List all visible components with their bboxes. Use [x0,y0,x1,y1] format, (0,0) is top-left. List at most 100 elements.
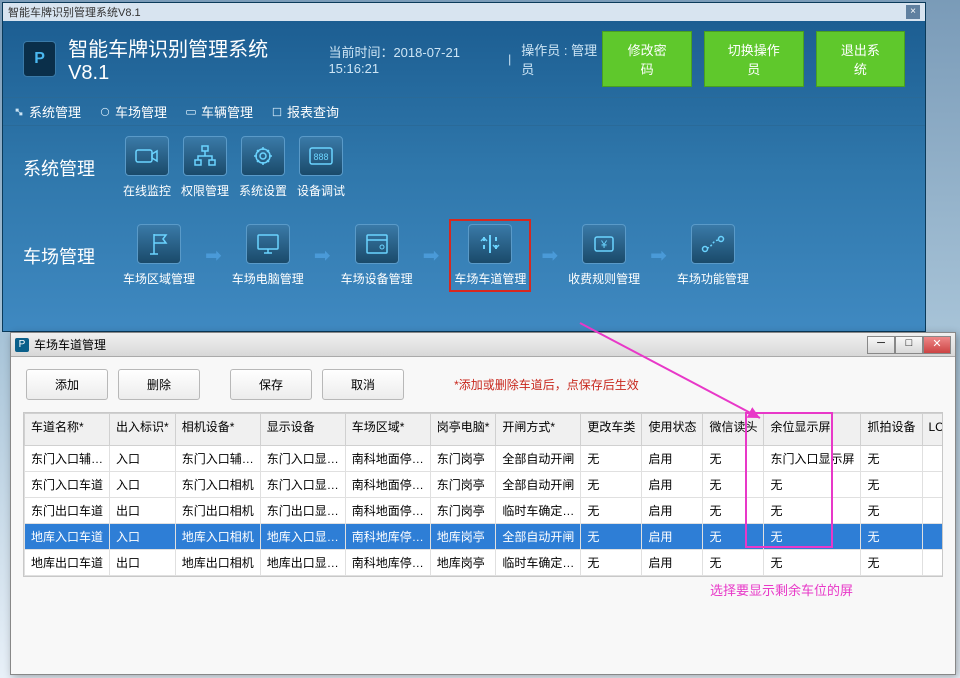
menu-report[interactable]: 报表查询 [271,102,339,121]
table-cell[interactable]: 全部自动开闸 [496,472,581,498]
save-button[interactable]: 保存 [230,369,312,400]
lane-table[interactable]: 车道名称*出入标识*相机设备*显示设备车场区域*岗亭电脑*开闸方式*更改车类使用… [23,412,943,577]
column-header[interactable]: 微信读头 [703,414,764,446]
park-lane-button[interactable]: 车场车道管理 [454,224,526,287]
table-cell[interactable]: 启用 [642,498,703,524]
table-cell[interactable]: 东门出口相机 [175,498,260,524]
close-icon[interactable]: × [906,5,920,19]
table-cell[interactable]: 无 [703,550,764,576]
table-cell[interactable]: 地库岗亭 [430,550,496,576]
table-cell[interactable]: 南科地面停… [345,498,430,524]
table-cell[interactable]: 无 [581,446,642,472]
table-cell[interactable]: 出口 [110,498,176,524]
close-button[interactable]: ✕ [923,336,951,354]
table-cell[interactable]: 出口 [110,550,176,576]
table-cell[interactable]: 无 [581,550,642,576]
table-cell[interactable]: 无 [703,472,764,498]
table-cell[interactable] [922,498,943,524]
table-cell[interactable]: 南科地库停… [345,550,430,576]
menu-parking[interactable]: 车场管理 [99,102,167,121]
menu-system[interactable]: 系统管理 [13,102,81,121]
table-cell[interactable]: 东门入口辅… [175,446,260,472]
table-cell[interactable]: 东门入口车道 [25,472,110,498]
table-cell[interactable]: 东门入口显示屏 [764,446,861,472]
table-cell[interactable]: 临时车确定… [496,498,581,524]
column-header[interactable]: 使用状态 [642,414,703,446]
table-cell[interactable]: 临时车确定… [496,550,581,576]
table-cell[interactable]: 启用 [642,550,703,576]
column-header[interactable]: LCD屏IP [922,414,943,446]
table-cell[interactable]: 无 [861,498,922,524]
column-header[interactable]: 车道名称* [25,414,110,446]
column-header[interactable]: 车场区域* [345,414,430,446]
table-cell[interactable]: 地库岗亭 [430,524,496,550]
table-cell[interactable]: 无 [764,524,861,550]
table-cell[interactable]: 地库出口相机 [175,550,260,576]
table-cell[interactable]: 东门入口相机 [175,472,260,498]
table-cell[interactable]: 无 [581,472,642,498]
table-cell[interactable]: 地库出口车道 [25,550,110,576]
table-cell[interactable]: 无 [764,472,861,498]
table-cell[interactable]: 启用 [642,446,703,472]
online-monitor-button[interactable]: 在线监控 [123,136,171,199]
table-cell[interactable]: 全部自动开闸 [496,446,581,472]
table-cell[interactable]: 地库入口车道 [25,524,110,550]
column-header[interactable]: 抓拍设备 [861,414,922,446]
switch-operator-button[interactable]: 切换操作员 [704,31,804,87]
table-cell[interactable]: 东门岗亭 [430,498,496,524]
table-row[interactable]: 地库入口车道入口地库入口相机地库入口显…南科地库停…地库岗亭全部自动开闸无启用无… [25,524,944,550]
column-header[interactable]: 更改车类 [581,414,642,446]
park-area-button[interactable]: 车场区域管理 [123,224,195,287]
table-cell[interactable]: 启用 [642,472,703,498]
table-cell[interactable]: 无 [581,524,642,550]
table-cell[interactable]: 无 [764,550,861,576]
table-cell[interactable]: 南科地面停… [345,446,430,472]
table-cell[interactable]: 地库入口相机 [175,524,260,550]
table-row[interactable]: 东门入口辅…入口东门入口辅…东门入口显…南科地面停…东门岗亭全部自动开闸无启用无… [25,446,944,472]
table-cell[interactable] [922,446,943,472]
table-cell[interactable]: 入口 [110,524,176,550]
column-header[interactable]: 余位显示屏 [764,414,861,446]
maximize-button[interactable]: □ [895,336,923,354]
column-header[interactable]: 开闸方式* [496,414,581,446]
park-device-button[interactable]: 车场设备管理 [341,224,413,287]
table-cell[interactable]: 东门出口显… [260,498,345,524]
table-cell[interactable]: 无 [703,446,764,472]
table-cell[interactable] [922,550,943,576]
permission-button[interactable]: 权限管理 [181,136,229,199]
park-computer-button[interactable]: 车场电脑管理 [232,224,304,287]
settings-button[interactable]: 系统设置 [239,136,287,199]
column-header[interactable]: 相机设备* [175,414,260,446]
table-cell[interactable]: 东门出口车道 [25,498,110,524]
column-header[interactable]: 显示设备 [260,414,345,446]
table-cell[interactable]: 南科地面停… [345,472,430,498]
exit-system-button[interactable]: 退出系统 [816,31,905,87]
table-cell[interactable]: 南科地库停… [345,524,430,550]
delete-button[interactable]: 删除 [118,369,200,400]
table-cell[interactable]: 入口 [110,446,176,472]
minimize-button[interactable]: ─ [867,336,895,354]
table-cell[interactable]: 东门入口显… [260,446,345,472]
cancel-button[interactable]: 取消 [322,369,404,400]
fee-rules-button[interactable]: ¥收费规则管理 [568,224,640,287]
device-debug-button[interactable]: 888设备调试 [297,136,345,199]
table-row[interactable]: 东门入口车道入口东门入口相机东门入口显…南科地面停…东门岗亭全部自动开闸无启用无… [25,472,944,498]
change-password-button[interactable]: 修改密码 [602,31,691,87]
table-cell[interactable]: 地库出口显… [260,550,345,576]
column-header[interactable]: 出入标识* [110,414,176,446]
table-cell[interactable]: 无 [861,446,922,472]
table-cell[interactable]: 东门岗亭 [430,472,496,498]
table-cell[interactable]: 无 [861,524,922,550]
table-cell[interactable]: 无 [581,498,642,524]
table-cell[interactable] [922,472,943,498]
table-cell[interactable]: 东门岗亭 [430,446,496,472]
add-button[interactable]: 添加 [26,369,108,400]
table-cell[interactable]: 启用 [642,524,703,550]
table-cell[interactable]: 无 [703,524,764,550]
table-cell[interactable]: 东门入口辅… [25,446,110,472]
table-row[interactable]: 东门出口车道出口东门出口相机东门出口显…南科地面停…东门岗亭临时车确定…无启用无… [25,498,944,524]
table-cell[interactable]: 无 [703,498,764,524]
table-cell[interactable]: 无 [861,550,922,576]
park-feature-button[interactable]: 车场功能管理 [677,224,749,287]
table-cell[interactable]: 入口 [110,472,176,498]
